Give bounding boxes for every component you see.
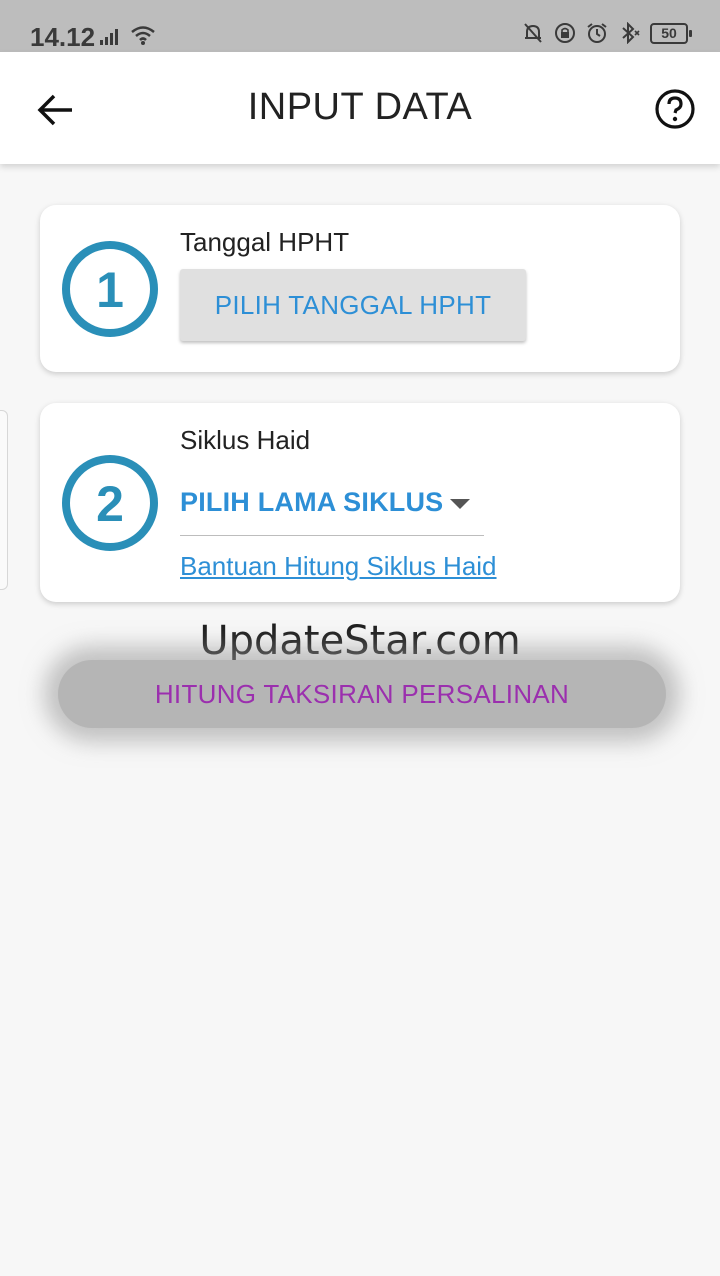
cycle-length-dropdown[interactable]: PILIH LAMA SIKLUS xyxy=(180,475,484,536)
cycle-help-link[interactable]: Bantuan Hitung Siklus Haid xyxy=(180,551,497,582)
dropdown-selected-value: PILIH LAMA SIKLUS xyxy=(180,487,444,517)
status-icons: 50 xyxy=(522,22,692,44)
cycle-card: 2 Siklus Haid PILIH LAMA SIKLUS Bantuan … xyxy=(40,403,680,602)
dropdown-arrow-icon xyxy=(450,499,470,509)
wifi-icon xyxy=(131,26,155,45)
edge-panel-handle[interactable] xyxy=(0,410,8,590)
step-1-number: 1 xyxy=(96,262,124,318)
bluetooth-icon xyxy=(622,22,640,44)
hpht-label: Tanggal HPHT xyxy=(180,227,350,257)
battery-icon: 50 xyxy=(650,22,692,44)
step-1-icon: 1 xyxy=(62,241,158,337)
hpht-card: 1 Tanggal HPHT PILIH TANGGAL HPHT xyxy=(40,205,680,372)
help-circle-icon[interactable] xyxy=(654,88,696,130)
signal-icon xyxy=(100,29,118,45)
mute-bell-icon xyxy=(524,23,542,43)
pick-hpht-date-button[interactable]: PILIH TANGGAL HPHT xyxy=(180,269,526,341)
status-bar: 14.12 50 xyxy=(0,0,720,52)
app-bar: INPUT DATA xyxy=(0,52,720,164)
step-2-number: 2 xyxy=(96,476,124,532)
watermark-text: UpdateStar.com xyxy=(199,618,521,664)
calculate-due-date-button[interactable]: HITUNG TAKSIRAN PERSALINAN xyxy=(58,660,666,728)
page-title: INPUT DATA xyxy=(247,86,473,128)
cycle-label: Siklus Haid xyxy=(180,425,311,455)
step-2-icon: 2 xyxy=(62,455,158,551)
status-time: 14.12 xyxy=(30,22,96,52)
lock-rotation-icon xyxy=(555,23,575,43)
alarm-icon xyxy=(587,23,607,43)
